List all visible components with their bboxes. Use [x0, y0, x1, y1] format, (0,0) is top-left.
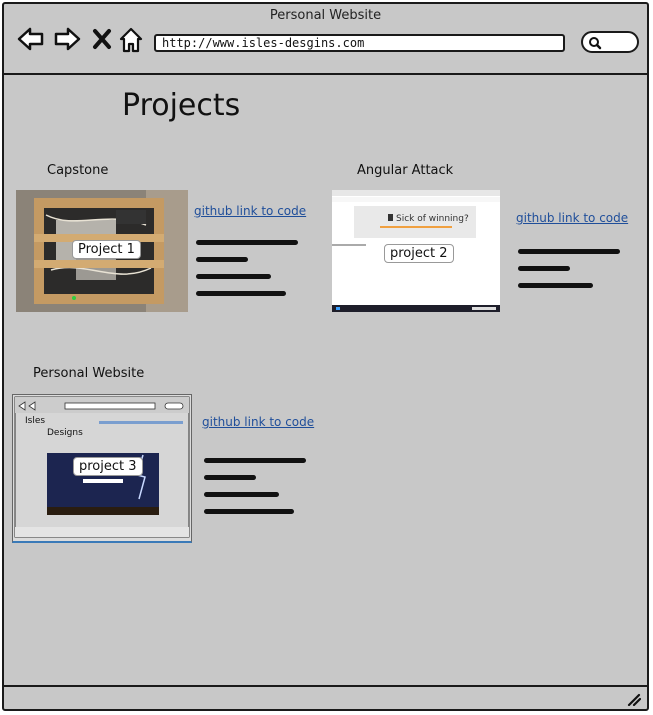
- thumb-brand-designs: Designs: [47, 428, 83, 438]
- project-name-angular-attack: Angular Attack: [357, 163, 454, 178]
- forward-arrow-icon[interactable]: [52, 26, 82, 52]
- home-icon[interactable]: [118, 26, 144, 54]
- angular-attack-description-scribble: [518, 249, 620, 300]
- back-arrow-icon[interactable]: [16, 26, 46, 52]
- personal-website-github-link[interactable]: github link to code: [202, 415, 314, 429]
- project-1-thumbnail[interactable]: Project 1: [16, 190, 188, 312]
- project-3-thumbnail[interactable]: Isles Designs project 3: [12, 394, 192, 543]
- search-field[interactable]: [581, 31, 639, 53]
- page-title: Projects: [122, 88, 241, 123]
- close-icon[interactable]: [92, 28, 112, 50]
- thumb-brand-isles: Isles: [25, 416, 46, 426]
- resize-grip-icon[interactable]: [625, 692, 641, 706]
- project-1-label: Project 1: [72, 240, 141, 259]
- thumb-tagline: Sick of winning?: [396, 214, 469, 224]
- project-name-capstone: Capstone: [47, 163, 109, 178]
- project-2-thumbnail[interactable]: Sick of winning? project 2: [332, 190, 500, 312]
- address-bar[interactable]: http://www.isles-desgins.com: [154, 34, 565, 52]
- project-3-label: project 3: [73, 457, 143, 476]
- capstone-description-scribble: [196, 240, 298, 308]
- window-title: Personal Website: [269, 8, 382, 23]
- search-icon: [589, 37, 602, 50]
- browser-statusbar: [4, 685, 647, 709]
- browser-window: Personal Website http://www.isles-desgin…: [2, 2, 649, 711]
- project-2-label: project 2: [384, 244, 454, 263]
- project-name-personal-website: Personal Website: [33, 366, 145, 381]
- capstone-github-link[interactable]: github link to code: [194, 204, 306, 218]
- browser-titlebar: Personal Website http://www.isles-desgin…: [4, 4, 647, 75]
- personal-website-description-scribble: [204, 458, 306, 526]
- angular-attack-github-link[interactable]: github link to code: [516, 211, 628, 225]
